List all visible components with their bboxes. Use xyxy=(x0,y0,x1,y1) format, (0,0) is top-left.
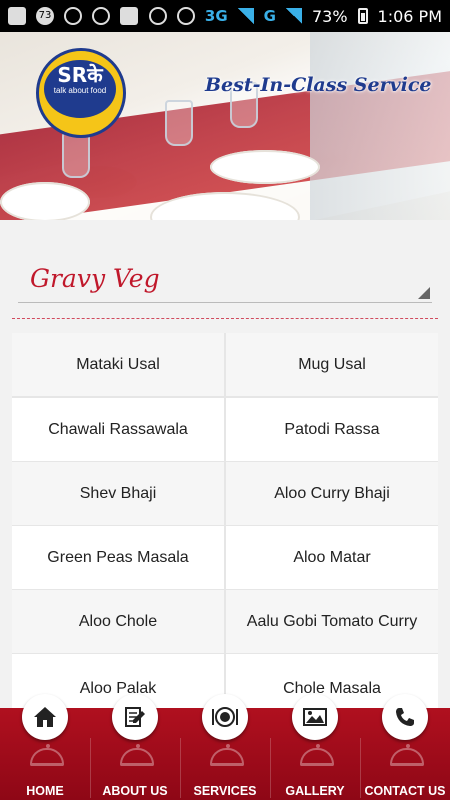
back-icon xyxy=(8,7,26,25)
nav-gallery[interactable]: GALLERY xyxy=(270,694,360,800)
menu-item[interactable]: Chawali Rassawala xyxy=(12,398,224,461)
banner-plate xyxy=(210,150,320,184)
menu-item[interactable]: Green Peas Masala xyxy=(12,526,224,589)
banner-tagline: Best-In-Class Service xyxy=(205,74,432,96)
menu-item[interactable]: Aloo Matar xyxy=(226,526,438,589)
logo-inner: SRके talk about food xyxy=(44,60,116,118)
menu-item[interactable]: Aloo Curry Bhaji xyxy=(226,462,438,525)
gallery-notification-icon xyxy=(120,7,138,25)
nav-home[interactable]: HOME xyxy=(0,694,90,800)
bottom-navigation: HOME ABOUT US SERVICES GALLERY CONTACT U… xyxy=(0,694,450,800)
menu-item[interactable]: Shev Bhaji xyxy=(12,462,224,525)
app-icon xyxy=(64,7,82,25)
dashed-divider xyxy=(12,318,438,319)
logo: SRके talk about food xyxy=(36,48,132,144)
phone-icon xyxy=(382,694,428,740)
nav-about-us[interactable]: ABOUT US xyxy=(90,694,180,800)
category-dropdown-value: Gravy Veg xyxy=(30,264,160,293)
header-banner: SRके talk about food Best-In-Class Servi… xyxy=(0,32,450,220)
logo-subtext: talk about food xyxy=(53,86,107,95)
gallery-icon xyxy=(292,694,338,740)
system-icons: 3G G 73% 1:06 PM xyxy=(148,6,442,26)
network-g-label: G xyxy=(263,7,276,25)
banner-plate xyxy=(0,182,90,220)
cloche-icon xyxy=(390,744,424,766)
banner-window xyxy=(310,32,450,220)
plate-icon xyxy=(202,694,248,740)
menu-item[interactable]: Aloo Chole xyxy=(12,590,224,653)
menu-item[interactable]: Mug Usal xyxy=(226,333,438,396)
notification-count-badge: 73 xyxy=(36,7,54,25)
battery-icon xyxy=(357,8,368,24)
network-3g-label: 3G xyxy=(204,7,228,25)
nav-services-label: SERVICES xyxy=(193,784,257,798)
clock: 1:06 PM xyxy=(377,6,442,26)
edit-icon xyxy=(112,694,158,740)
menu-item[interactable]: Mataki Usal xyxy=(12,333,224,396)
cloche-icon xyxy=(30,744,64,766)
battery-percent: 73% xyxy=(311,6,348,26)
menu-item-grid: Mataki Usal Mug Usal Chawali Rassawala P… xyxy=(12,333,438,708)
notification-icons: 73 xyxy=(8,7,138,25)
banner-glass xyxy=(165,100,193,146)
menu-item[interactable]: Aalu Gobi Tomato Curry xyxy=(226,590,438,653)
menu-content: Gravy Veg Mataki Usal Mug Usal Chawali R… xyxy=(0,220,450,708)
cloche-icon xyxy=(210,744,244,766)
status-bar: 73 3G G 73% 1:06 PM xyxy=(0,0,450,32)
nav-home-label: HOME xyxy=(26,784,64,798)
nav-gallery-label: GALLERY xyxy=(285,784,345,798)
nav-contact-us-label: CONTACT US xyxy=(364,784,446,798)
signal-icon xyxy=(237,8,254,24)
wifi-icon xyxy=(176,7,195,25)
whatsapp-icon xyxy=(92,7,110,25)
nav-contact-us[interactable]: CONTACT US xyxy=(360,694,450,800)
category-dropdown[interactable]: Gravy Veg xyxy=(18,234,432,303)
nav-about-us-label: ABOUT US xyxy=(102,784,168,798)
nav-services[interactable]: SERVICES xyxy=(180,694,270,800)
cloche-icon xyxy=(120,744,154,766)
menu-item[interactable]: Patodi Rassa xyxy=(226,398,438,461)
signal-icon-2 xyxy=(285,8,302,24)
alarm-icon xyxy=(148,7,167,25)
dropdown-arrow-icon xyxy=(418,287,430,299)
cloche-icon xyxy=(300,744,334,766)
home-icon xyxy=(22,694,68,740)
